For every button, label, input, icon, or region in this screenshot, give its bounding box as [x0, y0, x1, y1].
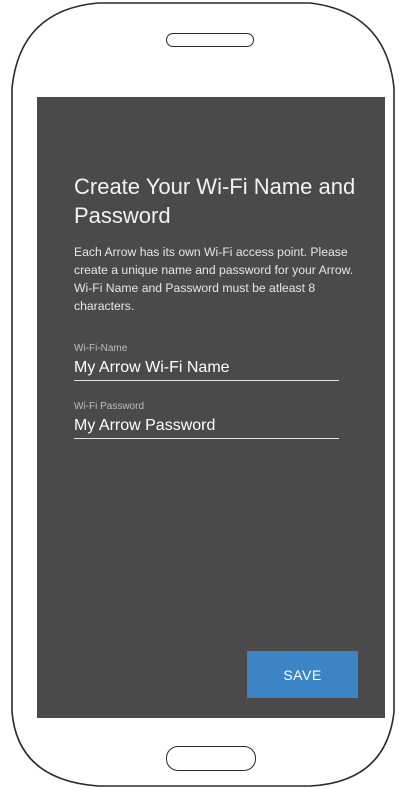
wifi-name-label: Wi-Fi-Name [74, 343, 128, 354]
speaker-slot-icon [166, 33, 254, 47]
save-button[interactable]: SAVE [247, 651, 358, 698]
home-button-icon[interactable] [166, 746, 256, 771]
wifi-password-field-group: Wi-Fi Password [74, 401, 339, 439]
phone-screen: Create Your Wi-Fi Name and Password Each… [37, 97, 385, 718]
instructions-text: Each Arrow has its own Wi-Fi access poin… [74, 245, 354, 313]
wifi-name-input[interactable] [74, 358, 339, 381]
page-title: Create Your Wi-Fi Name and Password [74, 174, 356, 228]
wifi-password-input[interactable] [74, 416, 339, 439]
wifi-password-label: Wi-Fi Password [74, 401, 145, 412]
wifi-name-field-group: Wi-Fi-Name [74, 343, 339, 381]
